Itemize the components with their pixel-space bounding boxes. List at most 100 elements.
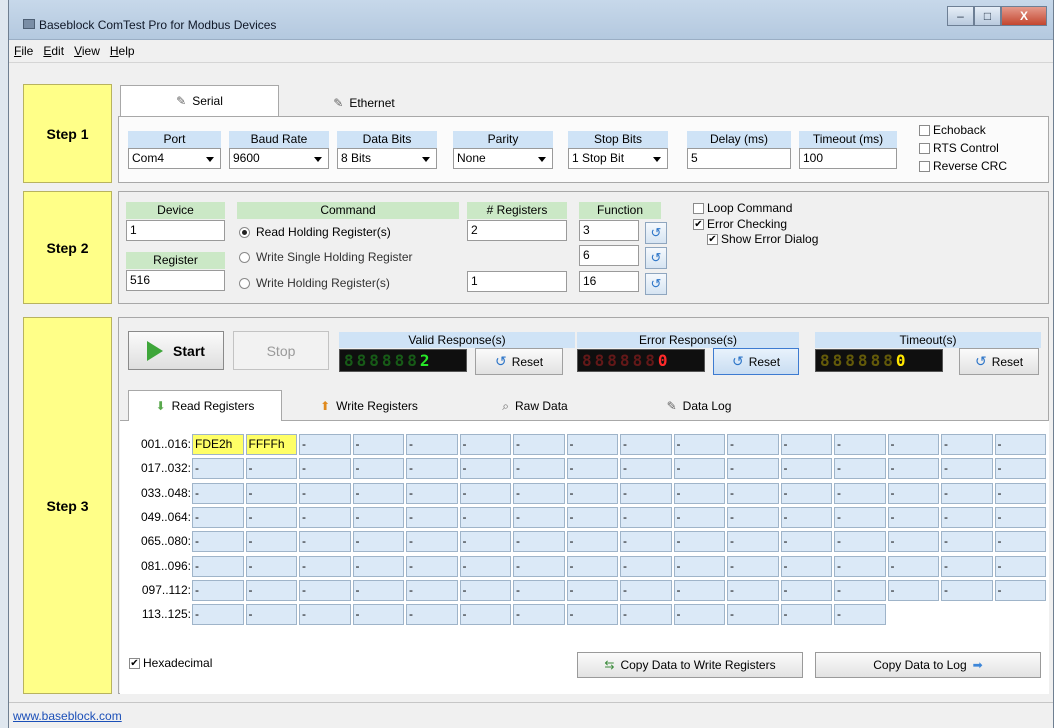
register-cell[interactable]: - <box>245 604 297 626</box>
apply-function-write-multiple-icon[interactable]: ↺ <box>645 273 667 295</box>
register-cell[interactable]: - <box>780 579 832 601</box>
register-cell[interactable]: - <box>245 555 297 577</box>
register-cell[interactable]: - <box>566 604 618 626</box>
register-cell[interactable]: - <box>941 482 993 504</box>
register-cell[interactable]: - <box>941 506 993 528</box>
register-cell[interactable]: - <box>245 531 297 553</box>
register-cell[interactable]: - <box>513 531 565 553</box>
register-cell[interactable]: - <box>566 579 618 601</box>
register-cell[interactable]: - <box>994 434 1046 455</box>
register-cell[interactable]: - <box>299 579 351 601</box>
register-cell[interactable]: - <box>887 434 939 455</box>
register-cell[interactable]: - <box>994 506 1046 528</box>
register-cell[interactable]: - <box>299 555 351 577</box>
register-cell[interactable]: - <box>406 604 458 626</box>
register-cell[interactable]: - <box>780 434 832 455</box>
apply-function-write-single-icon[interactable]: ↺ <box>645 247 667 269</box>
register-cell[interactable]: - <box>352 506 404 528</box>
data-bits-select[interactable]: 8 Bits <box>337 148 437 169</box>
register-cell[interactable]: - <box>620 579 672 601</box>
write-registers-count-input[interactable]: 1 <box>467 271 567 292</box>
register-cell[interactable]: - <box>673 579 725 601</box>
register-cell[interactable]: - <box>620 506 672 528</box>
parity-select[interactable]: None <box>453 148 553 169</box>
register-cell[interactable]: - <box>673 531 725 553</box>
register-cell[interactable]: - <box>727 579 779 601</box>
register-cell[interactable]: - <box>941 531 993 553</box>
device-input[interactable]: 1 <box>126 220 225 241</box>
register-cell[interactable]: - <box>673 482 725 504</box>
register-cell[interactable]: - <box>459 604 511 626</box>
menu-view[interactable]: View <box>69 41 105 58</box>
register-cell[interactable]: - <box>245 579 297 601</box>
tab-raw-data[interactable]: ⌕ Raw Data <box>455 392 615 420</box>
register-cell[interactable]: - <box>352 458 404 480</box>
register-cell[interactable]: - <box>513 604 565 626</box>
function-input-write-single[interactable]: 6 <box>579 245 639 266</box>
error-checking-checkbox[interactable]: ✔ Error Checking <box>693 217 787 231</box>
register-cell[interactable]: - <box>192 579 244 601</box>
register-cell[interactable]: - <box>727 434 779 455</box>
register-cell[interactable]: - <box>459 434 511 455</box>
register-cell[interactable]: - <box>352 555 404 577</box>
register-cell[interactable]: - <box>566 506 618 528</box>
register-cell[interactable]: - <box>994 458 1046 480</box>
minimize-button[interactable]: – <box>947 6 974 26</box>
reverse-crc-checkbox[interactable]: Reverse CRC <box>919 159 1007 173</box>
register-cell[interactable]: - <box>673 604 725 626</box>
register-cell[interactable]: - <box>406 458 458 480</box>
register-cell[interactable]: - <box>299 506 351 528</box>
timeout-input[interactable]: 100 <box>799 148 897 169</box>
register-cell[interactable]: - <box>941 434 993 455</box>
menu-edit[interactable]: Edit <box>38 41 69 58</box>
register-cell[interactable]: - <box>834 555 886 577</box>
register-cell[interactable]: - <box>513 482 565 504</box>
register-cell[interactable]: - <box>566 531 618 553</box>
register-cell[interactable]: - <box>673 434 725 455</box>
register-cell[interactable]: - <box>299 604 351 626</box>
register-cell[interactable]: - <box>727 506 779 528</box>
close-button[interactable]: X <box>1001 6 1047 26</box>
register-cell[interactable]: - <box>727 458 779 480</box>
register-cell[interactable]: - <box>887 506 939 528</box>
register-cell[interactable]: FFFFh <box>245 434 297 455</box>
register-cell[interactable]: - <box>727 531 779 553</box>
register-cell[interactable]: - <box>673 506 725 528</box>
register-cell[interactable]: - <box>620 604 672 626</box>
register-cell[interactable]: - <box>406 579 458 601</box>
loop-command-checkbox[interactable]: Loop Command <box>693 201 792 215</box>
hexadecimal-checkbox[interactable]: ✔ Hexadecimal <box>129 656 212 670</box>
tab-write-registers[interactable]: ⬆ Write Registers <box>289 392 449 420</box>
register-input[interactable]: 516 <box>126 270 225 291</box>
register-cell[interactable]: - <box>834 604 886 626</box>
num-registers-input[interactable]: 2 <box>467 220 567 241</box>
register-cell[interactable]: - <box>780 531 832 553</box>
register-cell[interactable]: - <box>406 506 458 528</box>
register-cell[interactable]: - <box>513 579 565 601</box>
register-cell[interactable]: - <box>352 531 404 553</box>
register-cell[interactable]: - <box>566 482 618 504</box>
reset-error-button[interactable]: ↺ Reset <box>713 348 799 375</box>
reset-timeout-button[interactable]: ↺ Reset <box>959 348 1039 375</box>
register-cell[interactable]: - <box>299 458 351 480</box>
stop-bits-select[interactable]: 1 Stop Bit <box>568 148 668 169</box>
register-cell[interactable]: - <box>780 458 832 480</box>
menu-help[interactable]: Help <box>105 41 140 58</box>
function-input-write-multiple[interactable]: 16 <box>579 271 639 292</box>
website-link[interactable]: www.baseblock.com <box>13 709 122 723</box>
reset-valid-button[interactable]: ↺ Reset <box>475 348 563 375</box>
register-cell[interactable]: - <box>459 458 511 480</box>
register-cell[interactable]: - <box>887 531 939 553</box>
show-error-dialog-checkbox[interactable]: ✔ Show Error Dialog <box>707 232 818 246</box>
tab-read-registers[interactable]: ⬇ Read Registers <box>128 390 282 421</box>
register-cell[interactable]: - <box>941 555 993 577</box>
function-input-read[interactable]: 3 <box>579 220 639 241</box>
register-cell[interactable]: - <box>620 531 672 553</box>
register-cell[interactable]: - <box>620 458 672 480</box>
register-cell[interactable]: - <box>673 555 725 577</box>
register-cell[interactable]: - <box>834 458 886 480</box>
register-cell[interactable]: - <box>834 482 886 504</box>
echoback-checkbox[interactable]: Echoback <box>919 123 986 137</box>
register-cell[interactable]: - <box>941 579 993 601</box>
maximize-button[interactable]: □ <box>974 6 1001 26</box>
